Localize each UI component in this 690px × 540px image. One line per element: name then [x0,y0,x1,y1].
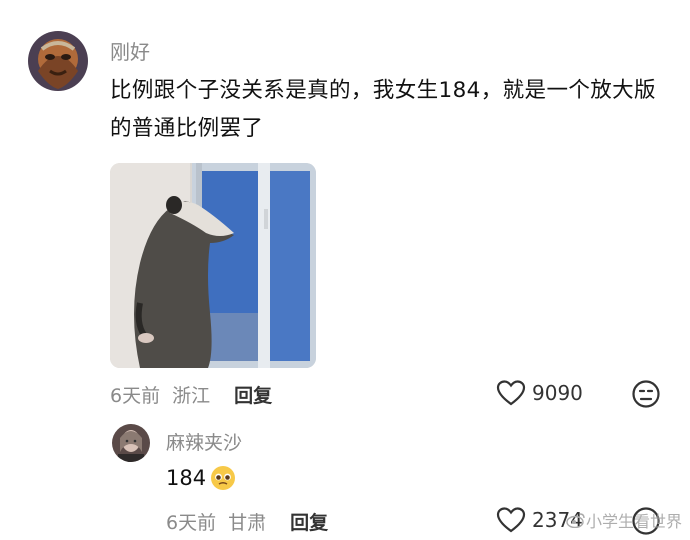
comment-time: 6天前 [110,385,161,407]
comment-meta: 6天前 浙江 回复 [110,381,284,408]
watermark: 小学生看世界 [566,508,682,532]
reply-text-row: 184 [166,465,236,491]
avatar-image [28,31,88,91]
reply-meta: 6天前 甘肃 回复 [166,508,340,535]
reply-time: 6天前 [166,512,217,534]
watermark-text: 小学生看世界 [585,512,682,531]
reply-username[interactable]: 麻辣夹沙 [166,428,242,455]
unamused-face-icon [632,380,660,408]
reply-location: 甘肃 [228,512,267,534]
comment-text: 比例跟个子没关系是真的，我女生184，就是一个放大版的普通比例罢了 [110,78,656,141]
heart-icon [496,507,526,533]
comment-location: 浙江 [172,385,211,407]
opossum-image [110,163,316,368]
weibo-icon [566,513,585,528]
dislike-button[interactable] [631,379,661,413]
reply-button[interactable]: 回复 [234,385,272,407]
username[interactable]: 刚好 [110,36,150,65]
like-count: 9090 [532,381,583,405]
like-button[interactable]: 9090 [496,379,583,407]
avatar[interactable] [28,31,88,91]
heart-icon [496,380,526,406]
reply-reply-button[interactable]: 回复 [290,512,328,534]
reply-text: 184 [166,466,207,490]
reply-avatar-image [112,424,150,462]
comment-image[interactable] [110,163,316,368]
pleading-face-emoji [211,466,236,490]
reply-avatar[interactable] [112,424,150,462]
